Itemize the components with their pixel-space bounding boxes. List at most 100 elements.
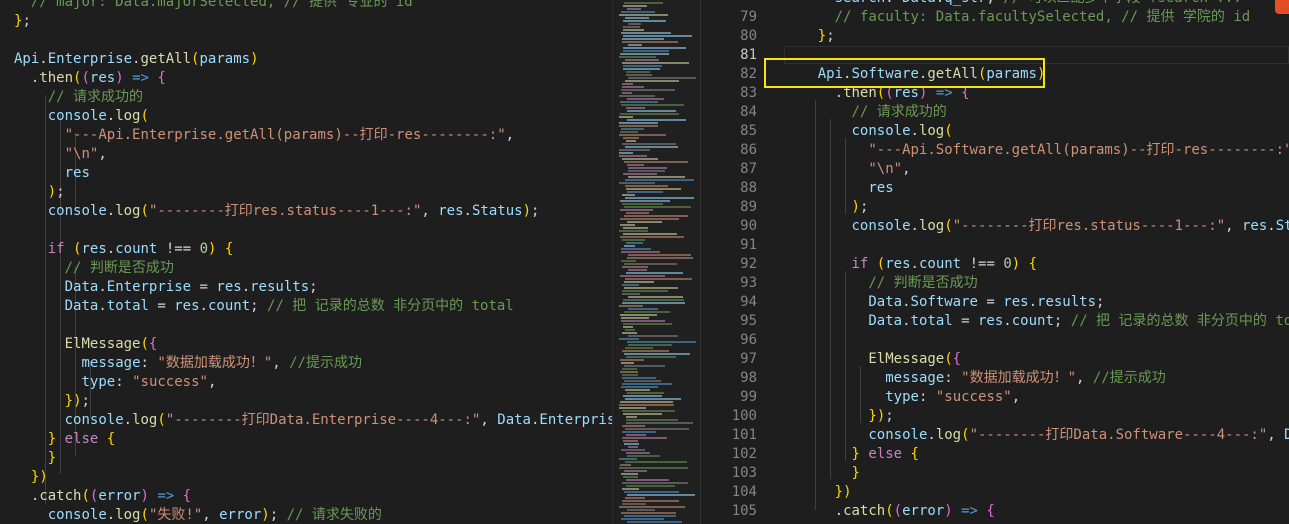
minimap-line: [619, 116, 633, 118]
code-line[interactable]: console.log(: [784, 122, 953, 141]
minimap-line: [621, 473, 638, 475]
minimap-line: [622, 203, 663, 205]
code-line[interactable]: // major: Data.majorSelected, // 提供 专业的 …: [14, 0, 413, 12]
minimap-line: [624, 263, 677, 265]
minimap-line: [623, 65, 662, 67]
code-line[interactable]: // 请求成功的: [784, 103, 947, 122]
minimap-line: [625, 146, 678, 148]
code-line[interactable]: if (res.count !== 0) {: [14, 240, 234, 259]
code-line[interactable]: };: [784, 27, 835, 46]
minimap-line: [619, 305, 643, 307]
minimap-line: [622, 194, 635, 196]
code-line[interactable]: console.log("--------打印res.status----1--…: [14, 202, 540, 221]
code-line[interactable]: });: [784, 407, 893, 426]
minimap-line: [625, 347, 653, 349]
code-line[interactable]: res: [784, 179, 893, 198]
minimap-line: [626, 479, 669, 481]
code-line[interactable]: } else {: [784, 445, 919, 464]
minimap[interactable]: [612, 0, 701, 524]
code-line[interactable]: Data.Enterprise = res.results;: [14, 278, 318, 297]
code-line[interactable]: console.log("失败!", error); // 请求失败的: [14, 506, 382, 524]
code-line[interactable]: };: [14, 12, 31, 31]
line-number: 80: [740, 28, 757, 44]
line-number: 88: [740, 180, 757, 196]
minimap-line: [626, 242, 643, 244]
code-line[interactable]: // 请求成功的: [14, 88, 143, 107]
minimap-line: [625, 17, 649, 19]
code-line[interactable]: }: [14, 449, 56, 468]
minimap-line: [624, 206, 691, 208]
code-line[interactable]: });: [14, 392, 90, 411]
minimap-line: [625, 461, 687, 463]
minimap-line: [620, 236, 684, 238]
minimap-line: [626, 422, 693, 424]
code-line[interactable]: .then((res) => {: [14, 69, 166, 88]
code-line[interactable]: if (res.count !== 0) {: [784, 255, 1038, 274]
line-number: 93: [740, 275, 757, 291]
code-line[interactable]: Data.Software = res.results;: [784, 293, 1104, 312]
code-line[interactable]: res: [14, 164, 90, 183]
code-line[interactable]: // faculty: Data.facultySelected, // 提供 …: [784, 8, 1251, 27]
minimap-line: [619, 125, 658, 127]
minimap-line: [624, 287, 678, 289]
line-number: 105: [731, 503, 757, 519]
code-line[interactable]: }: [784, 464, 860, 483]
line-number: 99: [740, 389, 757, 405]
code-line[interactable]: .catch((error) => {: [784, 502, 995, 521]
minimap-line: [619, 458, 637, 460]
code-line[interactable]: search: Data.q_str, // 可以匹配多个字段 ?search=…: [784, 0, 1242, 8]
code-line[interactable]: console.log("--------打印Data.Software----…: [784, 426, 1289, 445]
code-line[interactable]: console.log(: [14, 107, 149, 126]
code-line[interactable]: message: "数据加载成功！", //提示成功: [14, 354, 362, 373]
line-number: 85: [740, 123, 757, 139]
code-line[interactable]: ElMessage({: [784, 350, 961, 369]
code-line[interactable]: ElMessage({: [14, 335, 158, 354]
minimap-line: [624, 311, 670, 313]
minimap-line: [625, 389, 650, 391]
minimap-line: [620, 359, 644, 361]
code-line[interactable]: // 判断是否成功: [784, 274, 977, 293]
minimap-line: [628, 296, 683, 298]
minimap-line: [623, 323, 672, 325]
code-line[interactable]: );: [784, 198, 869, 217]
code-line[interactable]: "---Api.Enterprise.getAll(params)--打印-re…: [14, 126, 514, 145]
code-line[interactable]: }): [14, 468, 48, 487]
code-line[interactable]: console.log("--------打印res.status----1--…: [784, 217, 1289, 236]
code-line[interactable]: console.log("--------打印Data.Enterprise--…: [14, 411, 612, 430]
minimap-line: [620, 101, 658, 103]
minimap-line: [621, 104, 684, 106]
minimap-line: [627, 98, 664, 100]
code-line[interactable]: message: "数据加载成功！", //提示成功: [784, 369, 1165, 388]
minimap-line: [626, 452, 650, 454]
code-line[interactable]: Api.Enterprise.getAll(params): [14, 50, 259, 69]
code-line[interactable]: Data.total = res.count; // 把 记录的总数 非分页中的…: [784, 312, 1289, 331]
line-number: 103: [731, 465, 757, 481]
minimap-line: [622, 482, 688, 484]
code-line[interactable]: type: "success",: [784, 388, 1020, 407]
minimap-line: [628, 308, 658, 310]
code-line[interactable]: );: [14, 183, 65, 202]
left-editor-pane[interactable]: // major: Data.majorSelected, // 提供 专业的 …: [0, 0, 612, 524]
line-number: 87: [740, 161, 757, 177]
code-line[interactable]: type: "success",: [14, 373, 217, 392]
code-line[interactable]: Data.total = res.count; // 把 记录的总数 非分页中的…: [14, 297, 514, 316]
code-line[interactable]: } else {: [14, 430, 115, 449]
code-line[interactable]: }): [784, 483, 852, 502]
minimap-line: [623, 137, 639, 139]
minimap-line: [622, 143, 676, 145]
minimap-line: [623, 26, 640, 28]
minimap-line: [619, 95, 655, 97]
minimap-line: [622, 374, 638, 376]
minimap-line: [622, 500, 679, 502]
code-line[interactable]: .catch((error) => {: [14, 487, 191, 506]
minimap-line: [627, 455, 660, 457]
code-line[interactable]: "\n",: [14, 145, 107, 164]
minimap-line: [621, 251, 660, 253]
line-number: 90: [740, 218, 757, 234]
minimap-line: [623, 395, 662, 397]
code-line[interactable]: "---Api.Software.getAll(params)--打印-res-…: [784, 141, 1289, 160]
minimap-line: [628, 170, 665, 172]
code-line[interactable]: "\n",: [784, 160, 910, 179]
minimap-line: [621, 362, 634, 364]
code-line[interactable]: // 判断是否成功: [14, 259, 174, 278]
